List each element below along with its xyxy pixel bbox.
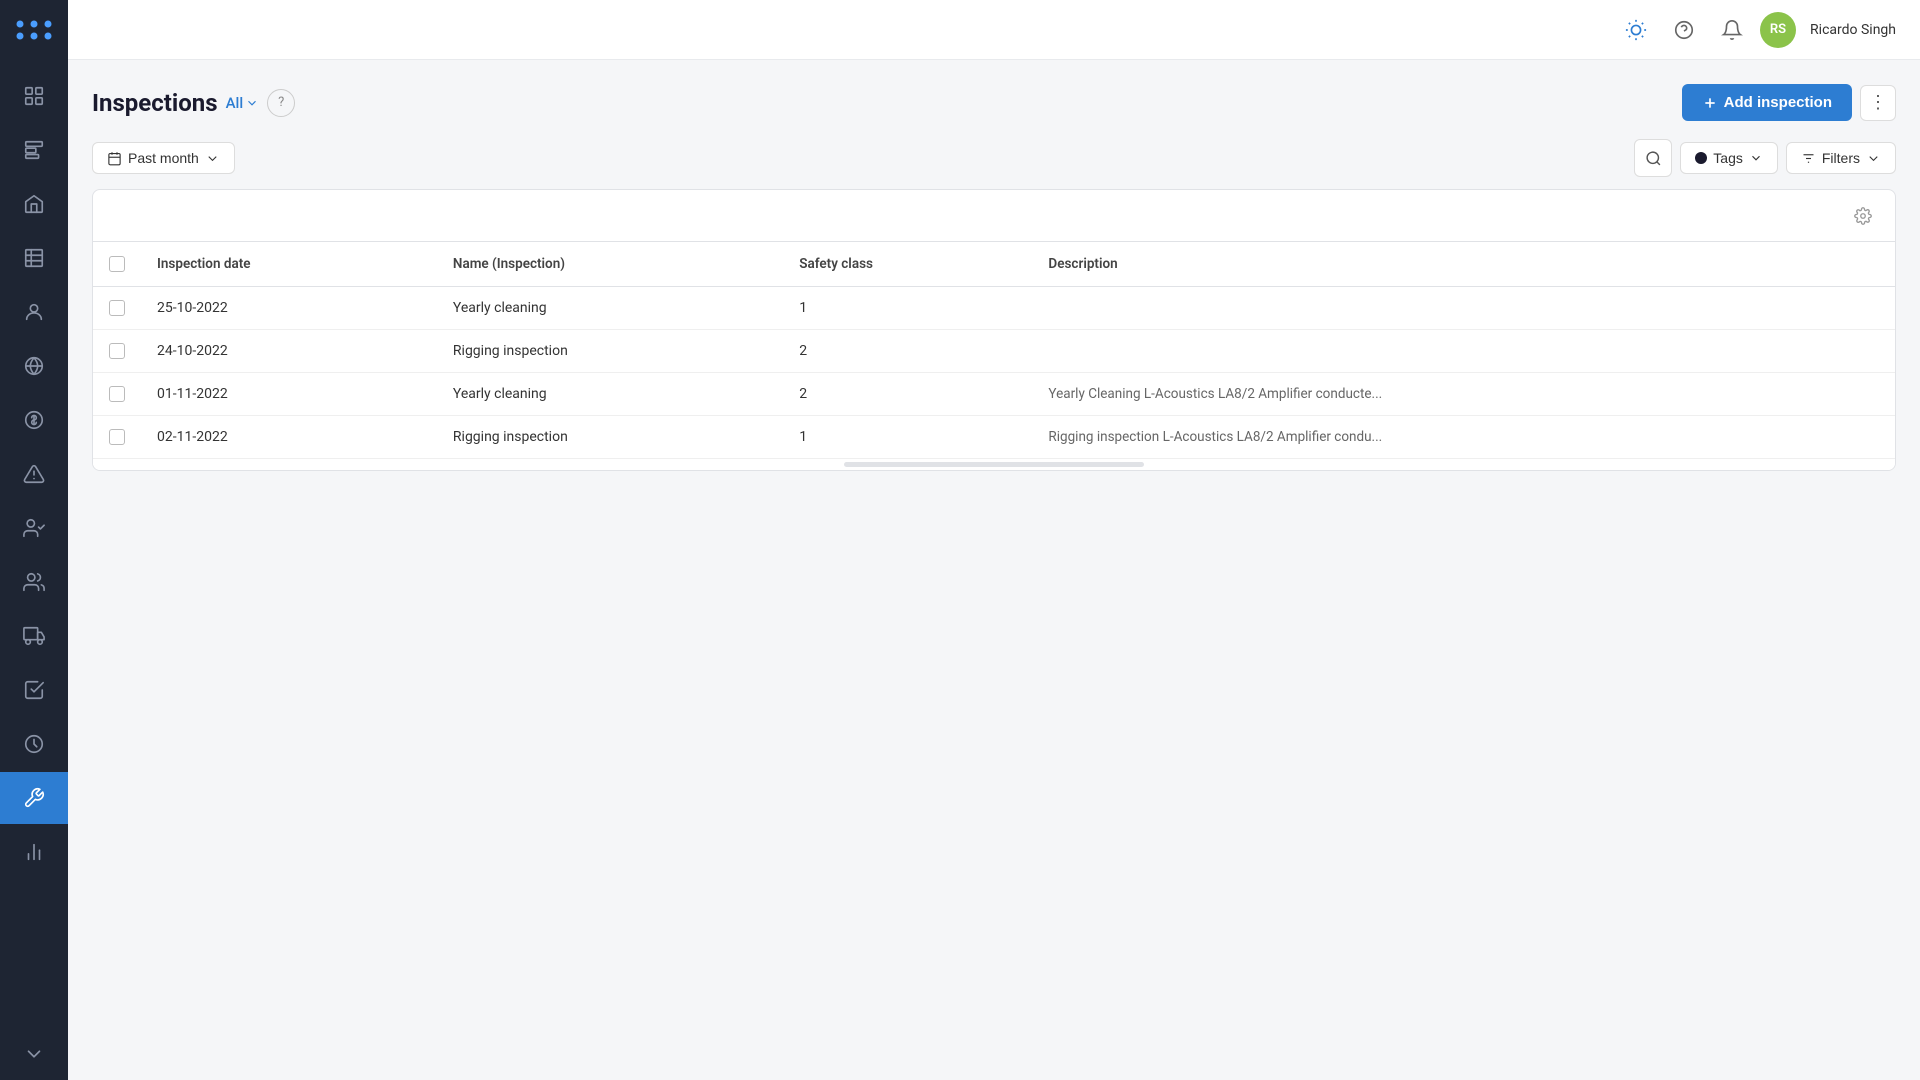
inspections-table-container: Inspection date Name (Inspection) Safety… — [92, 189, 1896, 471]
more-options-button[interactable]: ⋮ — [1860, 85, 1896, 121]
sidebar-item-contacts[interactable] — [0, 502, 68, 554]
scrollbar-track[interactable] — [844, 462, 1144, 467]
row-checkbox[interactable] — [109, 343, 125, 359]
row-name: Rigging inspection — [437, 330, 783, 373]
row-checkbox[interactable] — [109, 300, 125, 316]
user-avatar[interactable]: RS — [1760, 12, 1796, 48]
table-row[interactable]: 24-10-2022 Rigging inspection 2 — [93, 330, 1895, 373]
notifications-button[interactable] — [1712, 10, 1752, 50]
sidebar-item-alerts[interactable] — [0, 448, 68, 500]
filters-bar: Past month Tags Filters — [92, 139, 1896, 177]
row-checkbox-cell — [93, 287, 141, 330]
row-inspection-date: 24-10-2022 — [141, 330, 437, 373]
page-title-group: Inspections All ? — [92, 89, 295, 117]
sidebar-item-dashboard[interactable] — [0, 70, 68, 122]
search-button[interactable] — [1634, 139, 1672, 177]
app-logo[interactable] — [0, 0, 68, 60]
row-safety-class: 1 — [783, 416, 1032, 459]
add-inspection-button[interactable]: Add inspection — [1682, 84, 1852, 121]
inspections-table: Inspection date Name (Inspection) Safety… — [93, 242, 1895, 458]
row-checkbox-cell — [93, 330, 141, 373]
sidebar-item-history[interactable] — [0, 718, 68, 770]
row-safety-class: 2 — [783, 373, 1032, 416]
table-row[interactable]: 02-11-2022 Rigging inspection 1 Rigging … — [93, 416, 1895, 459]
row-inspection-date: 25-10-2022 — [141, 287, 437, 330]
row-name: Yearly cleaning — [437, 287, 783, 330]
sidebar-item-overview[interactable] — [0, 124, 68, 176]
filters-left: Past month — [92, 142, 235, 174]
row-safety-class: 2 — [783, 330, 1032, 373]
sidebar-expand[interactable] — [0, 1028, 68, 1080]
sidebar-item-analytics[interactable] — [0, 826, 68, 878]
page-help-button[interactable]: ? — [267, 89, 295, 117]
column-inspection-date: Inspection date — [141, 242, 437, 287]
table-scrollbar — [93, 458, 1895, 470]
column-checkbox — [93, 242, 141, 287]
column-safety-class: Safety class — [783, 242, 1032, 287]
select-all-checkbox[interactable] — [109, 256, 125, 272]
table-settings-button[interactable] — [1847, 200, 1879, 232]
row-description — [1032, 287, 1895, 330]
row-checkbox-cell — [93, 416, 141, 459]
column-description: Description — [1032, 242, 1895, 287]
filters-right: Tags Filters — [1634, 139, 1896, 177]
main-content: Inspections All ? Add inspection ⋮ Past … — [68, 60, 1920, 1080]
sidebar-item-table[interactable] — [0, 232, 68, 284]
page-header: Inspections All ? Add inspection ⋮ — [92, 84, 1896, 121]
table-body: 25-10-2022 Yearly cleaning 1 24-10-2022 … — [93, 287, 1895, 459]
help-button[interactable] — [1664, 10, 1704, 50]
sidebar-item-person[interactable] — [0, 286, 68, 338]
all-filter-link[interactable]: All — [226, 94, 260, 112]
date-filter-button[interactable]: Past month — [92, 142, 235, 174]
table-row[interactable]: 25-10-2022 Yearly cleaning 1 — [93, 287, 1895, 330]
row-checkbox[interactable] — [109, 429, 125, 445]
row-description: Rigging inspection L-Acoustics LA8/2 Amp… — [1032, 416, 1895, 459]
theme-toggle-button[interactable] — [1616, 10, 1656, 50]
row-inspection-date: 02-11-2022 — [141, 416, 437, 459]
table-toolbar — [93, 190, 1895, 242]
tags-button[interactable]: Tags — [1680, 142, 1778, 174]
topbar: RS Ricardo Singh — [68, 0, 1920, 60]
table-header: Inspection date Name (Inspection) Safety… — [93, 242, 1895, 287]
column-name: Name (Inspection) — [437, 242, 783, 287]
row-description: Yearly Cleaning L-Acoustics LA8/2 Amplif… — [1032, 373, 1895, 416]
user-name[interactable]: Ricardo Singh — [1810, 22, 1896, 38]
row-inspection-date: 01-11-2022 — [141, 373, 437, 416]
sidebar-item-assets[interactable] — [0, 178, 68, 230]
sidebar-item-finance[interactable] — [0, 394, 68, 446]
row-safety-class: 1 — [783, 287, 1032, 330]
sidebar-item-inspections[interactable] — [0, 772, 68, 824]
row-checkbox-cell — [93, 373, 141, 416]
page-title: Inspections — [92, 89, 218, 117]
sidebar-item-fleet[interactable] — [0, 610, 68, 662]
filters-button[interactable]: Filters — [1786, 142, 1896, 174]
sidebar-item-globe[interactable] — [0, 340, 68, 392]
tag-dot — [1695, 152, 1707, 164]
table-row[interactable]: 01-11-2022 Yearly cleaning 2 Yearly Clea… — [93, 373, 1895, 416]
row-name: Rigging inspection — [437, 416, 783, 459]
sidebar — [0, 0, 68, 1080]
row-description — [1032, 330, 1895, 373]
sidebar-nav — [0, 70, 68, 1080]
header-actions: Add inspection ⋮ — [1682, 84, 1896, 121]
sidebar-item-checklists[interactable] — [0, 664, 68, 716]
row-name: Yearly cleaning — [437, 373, 783, 416]
sidebar-item-team[interactable] — [0, 556, 68, 608]
row-checkbox[interactable] — [109, 386, 125, 402]
